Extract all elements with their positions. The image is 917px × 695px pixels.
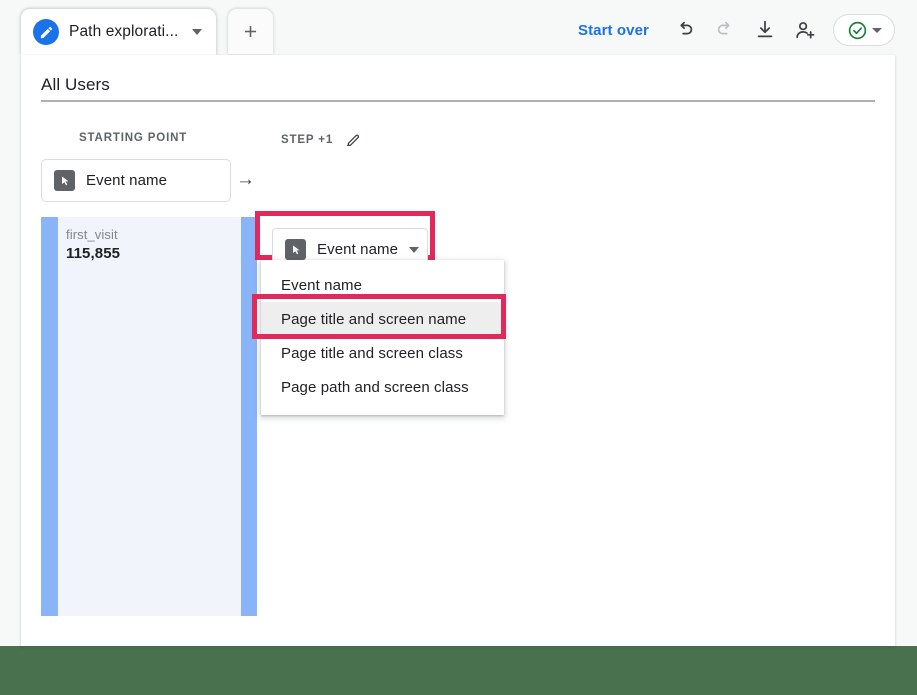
menu-item-event-name[interactable]: Event name (261, 268, 504, 302)
chevron-down-icon[interactable] (409, 246, 420, 253)
person-add-icon (795, 21, 814, 39)
menu-item-page-title-and-screen-class[interactable]: Page title and screen class (261, 336, 504, 370)
footer-band (0, 646, 917, 695)
cursor-icon (285, 239, 306, 260)
check-circle-icon (848, 21, 866, 39)
pencil-icon (347, 134, 360, 146)
tab-strip: Path explorati... Start over (0, 0, 917, 55)
status-pill[interactable] (833, 14, 895, 46)
sankey-node-label: first_visit (66, 227, 118, 242)
chevron-down-icon[interactable] (192, 29, 203, 35)
sankey-node-value: 115,855 (66, 245, 121, 262)
share-button[interactable] (785, 10, 825, 50)
report-card: All Users first_visit 115,855 STARTING P… (21, 55, 895, 646)
sankey-node-step1[interactable] (241, 217, 257, 616)
sankey-node-start[interactable] (41, 217, 58, 616)
menu-item-page-title-and-screen-name[interactable]: Page title and screen name (261, 302, 504, 336)
start-over-link[interactable]: Start over (578, 22, 649, 39)
pencil-circle-icon (33, 19, 59, 45)
tab-path-exploration[interactable]: Path explorati... (21, 9, 217, 55)
arrow-right-icon: → (236, 169, 255, 190)
app-root: Path explorati... Start over All Users f… (0, 0, 917, 695)
starting-point-dimension-chip[interactable]: Event name (41, 159, 231, 202)
redo-button[interactable] (705, 10, 745, 50)
cursor-icon (54, 170, 75, 191)
step-1-dimension-label: Event name (317, 241, 399, 258)
redo-icon (717, 21, 730, 35)
download-icon (757, 20, 773, 38)
starting-point-header: STARTING POINT (79, 132, 188, 144)
undo-icon (680, 21, 693, 35)
step-1-header-label: STEP +1 (281, 134, 334, 146)
add-tab-button[interactable] (228, 9, 273, 54)
top-toolbar: Start over (578, 9, 895, 51)
step-1-header: STEP +1 (281, 132, 361, 148)
step-1-chip-highlight: Event name (255, 211, 435, 271)
download-button[interactable] (745, 10, 785, 50)
undo-button[interactable] (665, 10, 705, 50)
dimension-dropdown-menu: Event name Page title and screen name Pa… (261, 260, 504, 415)
menu-item-page-path-and-screen-class[interactable]: Page path and screen class (261, 370, 504, 404)
chevron-down-icon[interactable] (871, 27, 882, 33)
starting-point-dimension-label: Event name (86, 172, 168, 189)
tab-title: Path explorati... (69, 23, 179, 40)
plus-icon (244, 25, 257, 38)
sankey-link-band[interactable] (58, 217, 241, 616)
step-1-edit-button[interactable] (345, 132, 361, 148)
